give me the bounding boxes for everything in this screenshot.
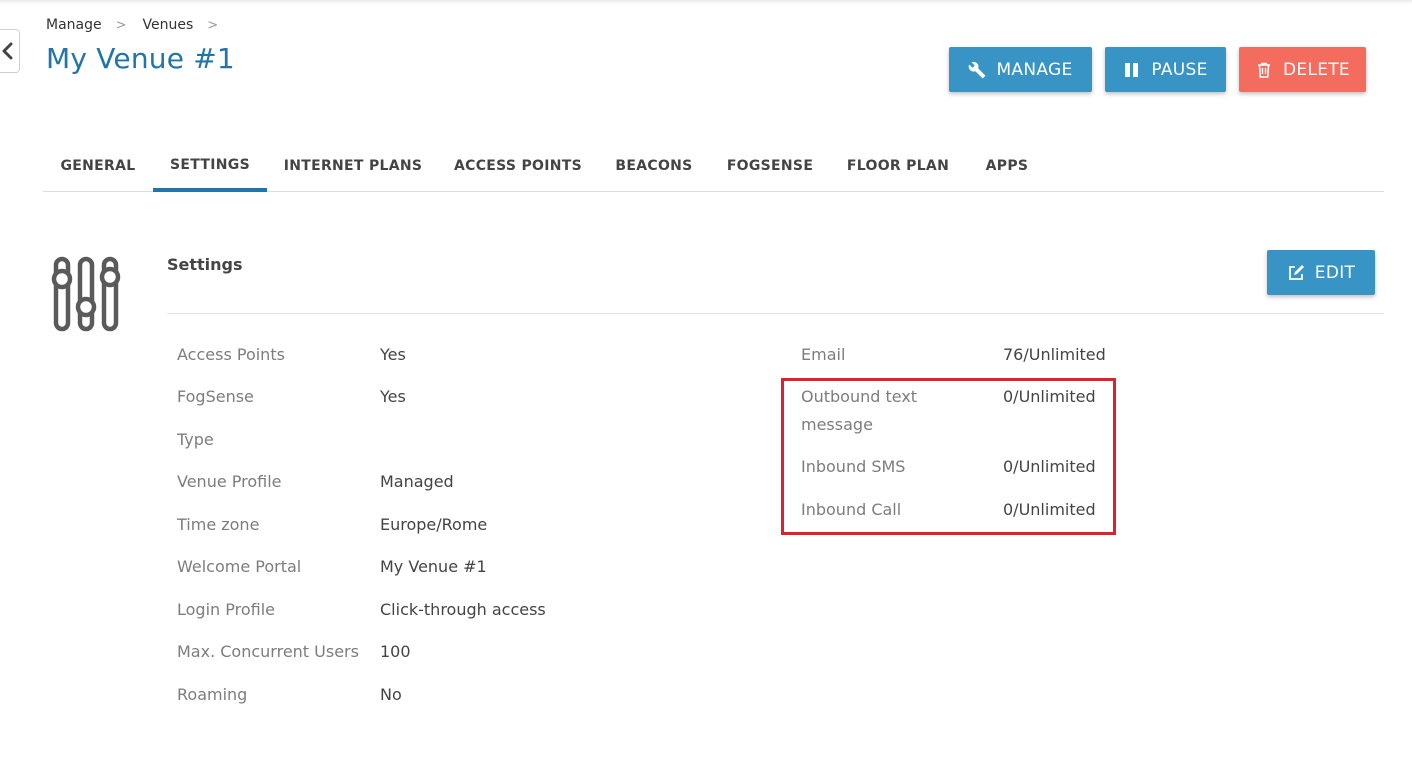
tab-settings[interactable]: SETTINGS	[153, 140, 267, 192]
section-divider	[167, 313, 1384, 314]
trash-icon	[1258, 62, 1270, 78]
breadcrumb-separator: >	[207, 17, 219, 33]
pause-button-label: PAUSE	[1151, 59, 1208, 80]
breadcrumb-separator: >	[115, 17, 127, 33]
breadcrumb: Manage > Venues >	[46, 17, 234, 33]
tab-fogsense[interactable]: FOGSENSE	[711, 140, 829, 191]
tab-bar: GENERAL SETTINGS INTERNET PLANS ACCESS P…	[43, 140, 1384, 192]
back-button[interactable]	[0, 29, 20, 73]
setting-value: Europe/Rome	[380, 515, 488, 534]
setting-label: FogSense	[177, 387, 254, 406]
quota-value: 76/Unlimited	[1003, 345, 1106, 364]
setting-label: Venue Profile	[177, 472, 282, 491]
quota-label: Email	[801, 345, 846, 364]
manage-button-label: MANAGE	[996, 59, 1073, 80]
setting-value: 100	[380, 642, 411, 661]
delete-button[interactable]: DELETE	[1239, 47, 1366, 92]
breadcrumb-venues[interactable]: Venues	[143, 17, 194, 33]
setting-label: Type	[177, 430, 214, 449]
tab-internet-plans[interactable]: INTERNET PLANS	[267, 140, 439, 191]
pause-icon	[1125, 62, 1139, 77]
page-title: My Venue #1	[46, 42, 235, 75]
edit-button-label: EDIT	[1314, 262, 1356, 283]
setting-label: Access Points	[177, 345, 285, 364]
top-shadow	[0, 0, 1412, 4]
setting-value: My Venue #1	[380, 557, 487, 576]
setting-label: Max. Concurrent Users	[177, 642, 359, 661]
delete-button-label: DELETE	[1283, 59, 1350, 80]
setting-value: Yes	[380, 345, 406, 364]
setting-value: No	[380, 685, 402, 704]
chevron-left-icon	[2, 42, 12, 60]
setting-value: Click-through access	[380, 600, 546, 619]
setting-value: Yes	[380, 387, 406, 406]
setting-value: Managed	[380, 472, 454, 491]
edit-button[interactable]: EDIT	[1267, 250, 1375, 295]
setting-label: Roaming	[177, 685, 248, 704]
tab-floor-plan[interactable]: FLOOR PLAN	[829, 140, 967, 191]
tab-beacons[interactable]: BEACONS	[597, 140, 711, 191]
setting-label: Welcome Portal	[177, 557, 302, 576]
wrench-icon	[969, 61, 986, 78]
settings-section-title: Settings	[167, 255, 243, 274]
setting-label: Login Profile	[177, 600, 275, 619]
manage-button[interactable]: MANAGE	[949, 47, 1092, 92]
breadcrumb-manage[interactable]: Manage	[46, 17, 102, 33]
tab-access-points[interactable]: ACCESS POINTS	[439, 140, 597, 191]
sliders-icon	[51, 256, 121, 332]
tab-apps[interactable]: APPS	[967, 140, 1047, 191]
setting-label: Time zone	[177, 515, 260, 534]
highlight-box	[781, 378, 1116, 535]
edit-icon	[1288, 264, 1304, 280]
pause-button[interactable]: PAUSE	[1105, 47, 1226, 92]
tab-general[interactable]: GENERAL	[43, 140, 153, 191]
